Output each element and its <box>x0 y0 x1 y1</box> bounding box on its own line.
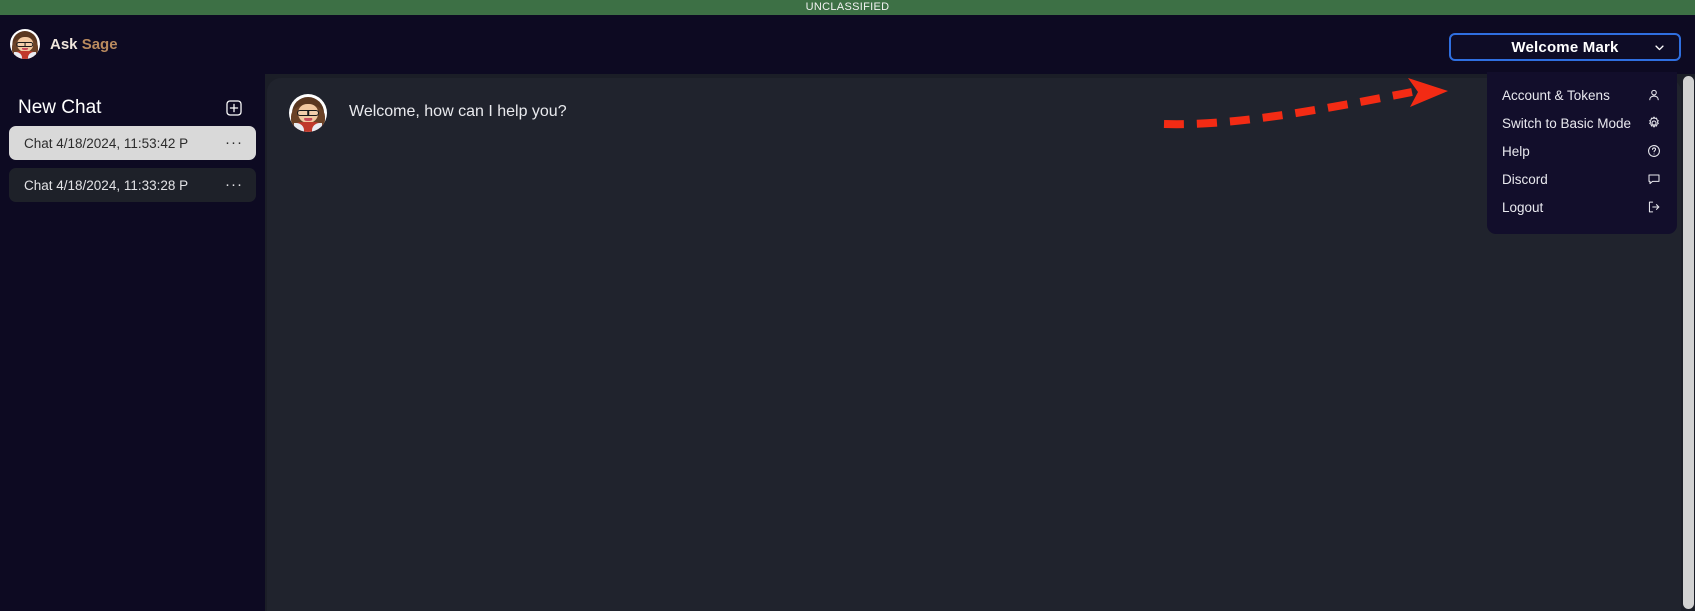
chat-history-item-label: Chat 4/18/2024, 11:53:42 P <box>24 135 189 151</box>
menu-item-help[interactable]: Help <box>1487 137 1677 165</box>
chat-history-list: Chat 4/18/2024, 11:53:42 P ··· Chat 4/18… <box>0 126 265 202</box>
menu-item-label: Switch to Basic Mode <box>1502 115 1632 131</box>
logout-icon <box>1647 200 1661 214</box>
user-dropdown-menu: Account & Tokens Switch to Basic Mode He… <box>1487 72 1677 234</box>
brand-logo: Ask Sage <box>10 29 118 59</box>
brand-title: Ask Sage <box>50 36 118 53</box>
menu-item-discord[interactable]: Discord <box>1487 165 1677 193</box>
menu-item-label: Logout <box>1502 199 1544 215</box>
plus-square-icon[interactable] <box>225 99 243 117</box>
menu-item-switch-basic-mode[interactable]: Switch to Basic Mode <box>1487 109 1677 137</box>
sage-avatar-icon <box>10 29 40 59</box>
top-header-bar: Ask Sage Welcome Mark <box>0 15 1695 74</box>
menu-item-label: Discord <box>1502 171 1548 187</box>
menu-item-label: Help <box>1502 143 1530 159</box>
chat-history-item-0[interactable]: Chat 4/18/2024, 11:53:42 P ··· <box>9 126 256 160</box>
brand-title-primary: Ask <box>50 35 78 53</box>
assistant-message: Welcome, how can I help you? <box>267 78 1681 132</box>
chat-history-item-label: Chat 4/18/2024, 11:33:28 P <box>24 177 189 193</box>
help-circle-icon <box>1647 144 1661 158</box>
welcome-user-label: Welcome Mark <box>1511 38 1619 56</box>
chevron-down-icon <box>1654 42 1665 53</box>
user-icon <box>1647 88 1661 102</box>
chat-bubble-icon <box>1647 172 1661 186</box>
gear-icon <box>1647 116 1661 130</box>
sage-avatar-icon <box>289 94 327 132</box>
sidebar: New Chat Chat 4/18/2024, 11:53:42 P ··· … <box>0 74 265 611</box>
chat-item-more-icon[interactable]: ··· <box>219 177 243 192</box>
main-content: Welcome, how can I help you? <box>265 74 1695 611</box>
classification-banner: UNCLASSIFIED <box>0 0 1695 15</box>
vertical-scrollbar-thumb[interactable] <box>1683 76 1694 609</box>
app-root: UNCLASSIFIED Ask Sage Welcome Mark New C… <box>0 0 1695 611</box>
chat-panel: Welcome, how can I help you? <box>267 78 1681 611</box>
menu-item-logout[interactable]: Logout <box>1487 193 1677 221</box>
menu-item-account-tokens[interactable]: Account & Tokens <box>1487 81 1677 109</box>
chat-item-more-icon[interactable]: ··· <box>219 135 243 150</box>
sidebar-header: New Chat <box>0 74 265 126</box>
assistant-message-text: Welcome, how can I help you? <box>349 103 567 120</box>
menu-item-label: Account & Tokens <box>1502 87 1610 103</box>
chat-history-item-1[interactable]: Chat 4/18/2024, 11:33:28 P ··· <box>9 168 256 202</box>
welcome-user-button[interactable]: Welcome Mark <box>1449 33 1681 61</box>
new-chat-title: New Chat <box>18 97 102 118</box>
brand-title-secondary: Sage <box>81 35 118 53</box>
